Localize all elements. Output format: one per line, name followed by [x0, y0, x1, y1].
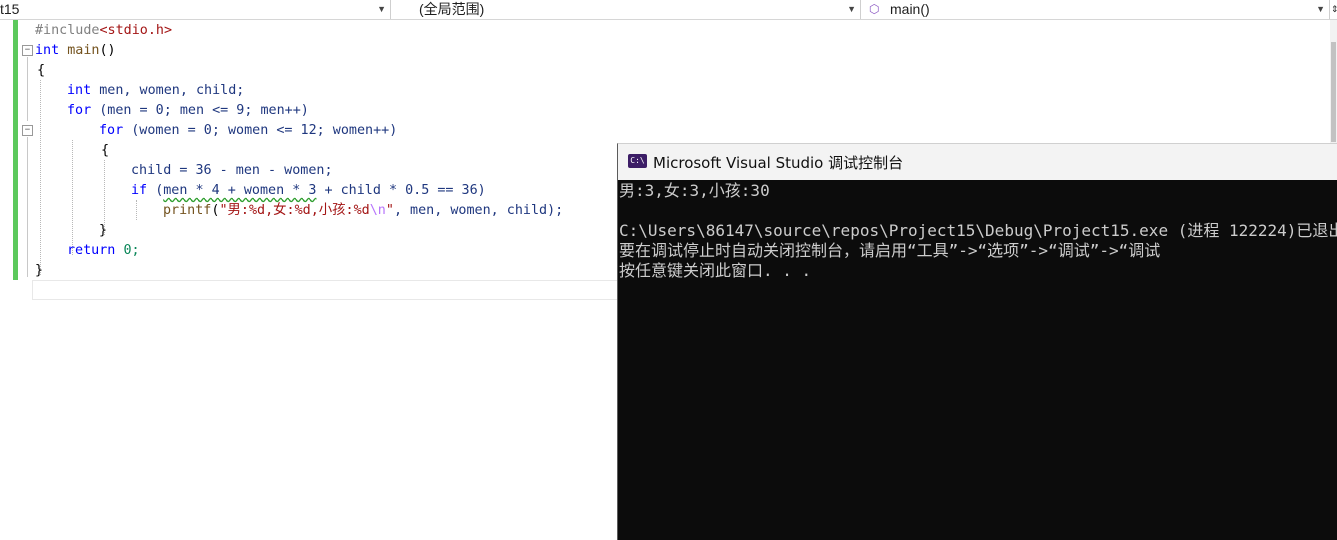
indent-guide — [136, 200, 137, 220]
fold-region-line — [27, 137, 28, 277]
code-line-outer-for: for (men = 0; men <= 9; men++) — [67, 103, 309, 118]
change-indicator-bar — [13, 20, 18, 280]
project-dropdown[interactable]: t15 ▼ — [0, 0, 391, 19]
fold-toggle-icon[interactable]: − — [22, 45, 33, 56]
scrollbar-thumb[interactable] — [1331, 42, 1336, 142]
chevron-down-icon: ▼ — [847, 4, 856, 14]
code-line-inner-for: for (women = 0; women <= 12; women++) — [99, 123, 398, 138]
code-line-if: if (men * 4 + women * 3 + child * 0.5 ==… — [131, 183, 486, 198]
code-line-assignment: child = 36 - men - women; — [131, 163, 333, 178]
code-line-declaration: int men, women, child; — [67, 83, 245, 98]
function-dropdown-value: main() — [890, 1, 930, 17]
code-line-open-brace: { — [37, 63, 46, 78]
scope-dropdown-value: (全局范围) — [419, 1, 485, 17]
debug-console-window[interactable]: C:\ Microsoft Visual Studio 调试控制台 男:3,女:… — [617, 143, 1337, 540]
code-line-close-brace: } — [35, 263, 44, 278]
warning-squiggle[interactable]: men * 4 + women * 3 — [163, 183, 316, 198]
split-view-icon[interactable]: ⇕ — [1330, 0, 1337, 19]
indent-guide — [40, 80, 41, 275]
navigation-bar: t15 ▼ (全局范围) ▼ ⬡ main() ▼ ⇕ — [0, 0, 1337, 20]
function-cube-icon: ⬡ — [869, 2, 880, 16]
fold-toggle-icon[interactable]: − — [22, 125, 33, 136]
code-line-return: return 0; — [67, 243, 140, 258]
console-output-line: C:\Users\86147\source\repos\Project15\De… — [619, 221, 1337, 240]
console-title-bar[interactable]: C:\ Microsoft Visual Studio 调试控制台 — [618, 144, 1337, 180]
indent-guide — [72, 140, 73, 255]
code-line-inner-open-brace: { — [101, 143, 110, 158]
chevron-down-icon: ▼ — [377, 4, 386, 14]
project-dropdown-value: t15 — [0, 1, 20, 17]
console-title: Microsoft Visual Studio 调试控制台 — [653, 154, 904, 172]
scope-dropdown[interactable]: (全局范围) ▼ — [393, 0, 861, 19]
chevron-down-icon: ▼ — [1316, 4, 1325, 14]
fold-region-line — [27, 57, 28, 121]
code-line-include: #include<stdio.h> — [35, 23, 173, 38]
code-line-main: int main() — [35, 43, 116, 58]
console-output-line: 男:3,女:3,小孩:30 — [619, 181, 770, 200]
vertical-scrollbar[interactable] — [1330, 20, 1337, 145]
code-line-inner-close-brace: } — [99, 223, 108, 238]
console-app-icon: C:\ — [628, 154, 647, 168]
function-dropdown[interactable]: ⬡ main() ▼ — [863, 0, 1330, 19]
console-output-line: 要在调试停止时自动关闭控制台，请启用“工具”->“选项”->“调试”->“调试 — [619, 241, 1161, 260]
console-output-line: 按任意键关闭此窗口. . . — [619, 261, 812, 280]
code-line-printf: printf("男:%d,女:%d,小孩:%d\n", men, women, … — [163, 203, 564, 218]
